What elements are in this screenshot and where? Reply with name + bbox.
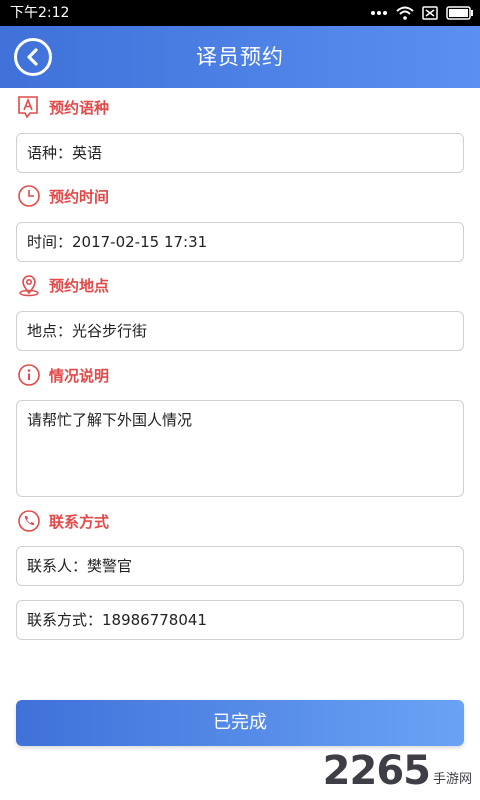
section-label-time: 预约时间 — [49, 187, 110, 206]
section-description: 情况说明 — [16, 361, 109, 389]
watermark-text: 手游网 — [432, 772, 472, 787]
time-field[interactable]: 时间：2017-02-15 17:31 — [16, 222, 464, 262]
location-icon — [16, 272, 42, 298]
language-field[interactable]: 语种：英语 — [16, 133, 464, 173]
description-field[interactable]: 请帮忙了解下外国人情况 — [16, 400, 464, 497]
language-icon — [16, 94, 42, 120]
section-contact: 联系方式 — [16, 507, 109, 535]
status-time: 下午2:12 — [10, 5, 70, 21]
clock-icon — [16, 183, 42, 209]
sim-icon — [422, 6, 438, 20]
phone-icon — [16, 508, 42, 534]
section-label-language: 预约语种 — [49, 98, 110, 117]
status-bar: 下午2:12 — [0, 0, 480, 26]
signal-dots-icon — [370, 10, 388, 16]
section-label-contact: 联系方式 — [49, 512, 110, 531]
section-label-location: 预约地点 — [49, 276, 110, 295]
section-time: 预约时间 — [16, 182, 109, 210]
contact-phone-field[interactable]: 联系方式：18986778041 — [16, 600, 464, 640]
info-icon — [16, 362, 42, 388]
completed-button[interactable]: 已完成 — [16, 700, 464, 746]
nav-bar: 译员预约 — [0, 26, 480, 88]
status-icons — [370, 3, 474, 23]
section-language: 预约语种 — [16, 93, 109, 121]
wifi-icon — [396, 6, 414, 20]
section-label-description: 情况说明 — [49, 366, 110, 385]
contact-person-field[interactable]: 联系人：樊警官 — [16, 546, 464, 586]
location-field[interactable]: 地点：光谷步行街 — [16, 311, 464, 351]
page-title: 译员预约 — [196, 45, 284, 69]
watermark: 2265 手游网 — [323, 750, 472, 792]
battery-icon — [446, 6, 474, 20]
watermark-number: 2265 — [322, 748, 431, 794]
section-location: 预约地点 — [16, 271, 109, 299]
